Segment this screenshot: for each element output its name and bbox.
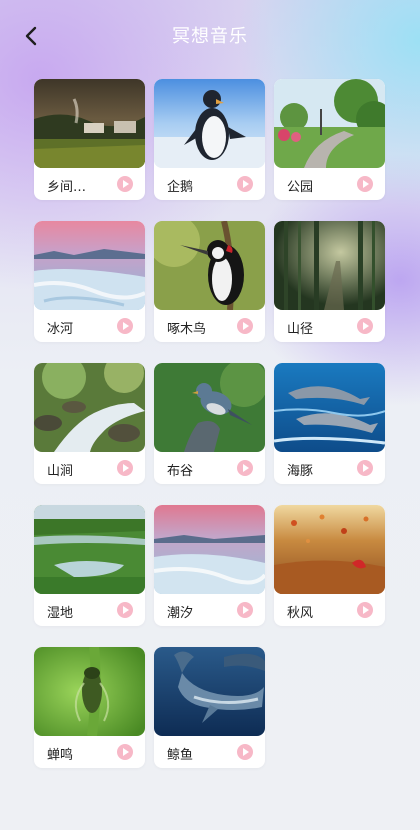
sound-grid: 乡间… 企鹅 公园 冰河 啄木鸟 山径 山涧 布谷 海豚 湿地 潮汐 秋风 蝉鸣… (34, 79, 385, 768)
stream-image (34, 363, 145, 452)
sound-card-wetland[interactable]: 湿地 (34, 505, 145, 626)
sound-card-cicada[interactable]: 蝉鸣 (34, 647, 145, 768)
play-icon[interactable] (117, 602, 133, 618)
play-icon[interactable] (117, 744, 133, 760)
play-icon[interactable] (357, 318, 373, 334)
sound-card-bamboo-path[interactable]: 山径 (274, 221, 385, 342)
sound-label: 冰河 (47, 322, 74, 337)
bamboo-path-image (274, 221, 385, 310)
countryside-image (34, 79, 145, 168)
play-icon[interactable] (237, 318, 253, 334)
cuckoo-image (154, 363, 265, 452)
tide-image (154, 505, 265, 594)
sound-label: 公园 (287, 180, 314, 195)
play-icon[interactable] (237, 602, 253, 618)
sound-label: 秋风 (287, 606, 314, 621)
sound-label: 山涧 (47, 464, 74, 479)
play-icon[interactable] (237, 176, 253, 192)
autumn-image (274, 505, 385, 594)
dolphin-image (274, 363, 385, 452)
page-title: 冥想音乐 (172, 26, 248, 47)
sound-label: 蝉鸣 (47, 748, 74, 763)
woodpecker-image (154, 221, 265, 310)
whale-image (154, 647, 265, 736)
sound-card-whale[interactable]: 鲸鱼 (154, 647, 265, 768)
play-icon[interactable] (357, 176, 373, 192)
play-icon[interactable] (237, 744, 253, 760)
sound-label: 潮汐 (167, 606, 194, 621)
sound-label: 湿地 (47, 606, 74, 621)
play-icon[interactable] (117, 176, 133, 192)
glacier-image (34, 221, 145, 310)
play-icon[interactable] (357, 602, 373, 618)
play-icon[interactable] (117, 318, 133, 334)
sound-card-stream[interactable]: 山涧 (34, 363, 145, 484)
sound-card-tide[interactable]: 潮汐 (154, 505, 265, 626)
sound-card-cuckoo[interactable]: 布谷 (154, 363, 265, 484)
sound-label: 鲸鱼 (167, 748, 194, 763)
play-icon[interactable] (357, 460, 373, 476)
sound-label: 山径 (287, 322, 314, 337)
park-image (274, 79, 385, 168)
sound-card-park[interactable]: 公园 (274, 79, 385, 200)
sound-label: 企鹅 (167, 180, 194, 195)
sound-card-glacier[interactable]: 冰河 (34, 221, 145, 342)
header: 冥想音乐 (0, 0, 420, 72)
play-icon[interactable] (237, 460, 253, 476)
sound-card-autumn[interactable]: 秋风 (274, 505, 385, 626)
penguin-image (154, 79, 265, 168)
sound-card-countryside[interactable]: 乡间… (34, 79, 145, 200)
sound-label: 海豚 (287, 464, 314, 479)
play-icon[interactable] (117, 460, 133, 476)
sound-label: 乡间… (47, 180, 87, 195)
sound-card-dolphin[interactable]: 海豚 (274, 363, 385, 484)
sound-label: 布谷 (167, 464, 194, 479)
sound-card-woodpecker[interactable]: 啄木鸟 (154, 221, 265, 342)
sound-label: 啄木鸟 (167, 322, 207, 337)
sound-card-penguin[interactable]: 企鹅 (154, 79, 265, 200)
wetland-image (34, 505, 145, 594)
cicada-image (34, 647, 145, 736)
